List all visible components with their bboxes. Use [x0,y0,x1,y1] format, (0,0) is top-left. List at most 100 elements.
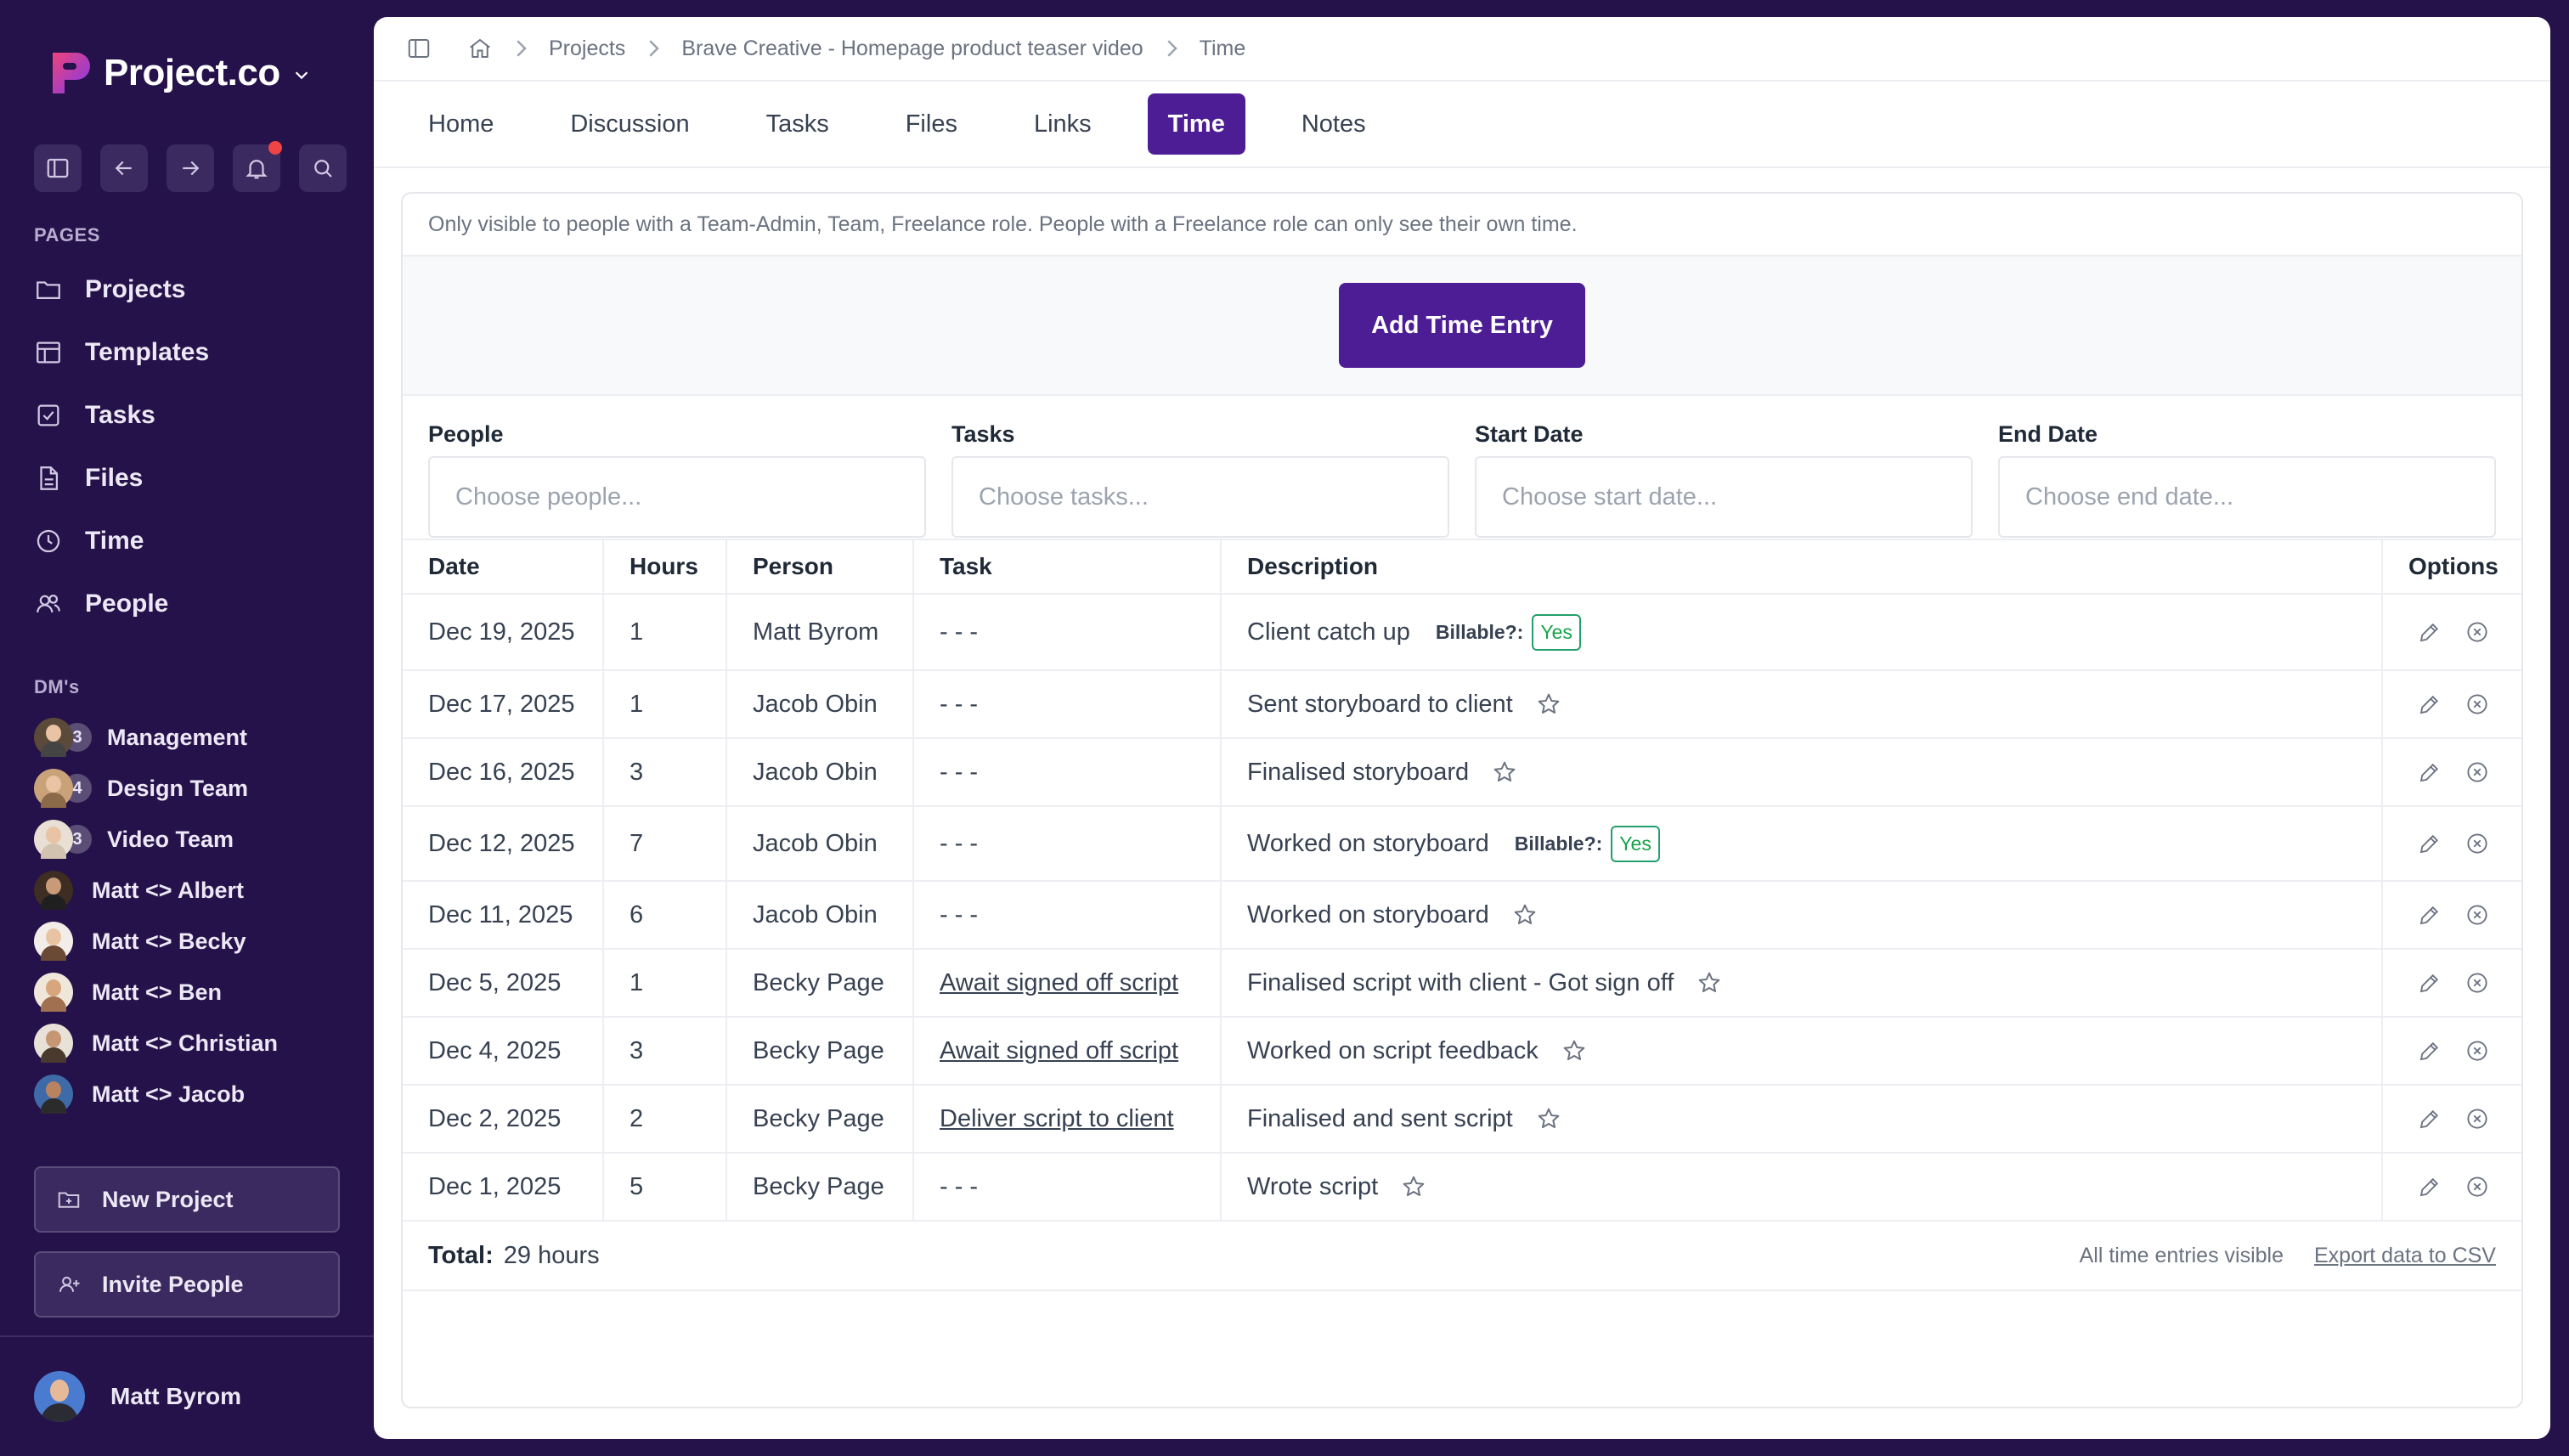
delete-icon[interactable] [2465,902,2490,928]
dm-item-design-team[interactable]: 4 Design Team [34,763,357,814]
template-icon [37,341,60,364]
task-link[interactable]: Deliver script to client [913,1085,1222,1154]
cell-description: Finalised storyboard [1221,738,2383,807]
star-icon[interactable] [1535,1105,1562,1132]
folder-plus-icon [58,1192,80,1208]
cell-description: Sent storyboard to client [1221,670,2383,739]
star-icon[interactable] [1491,759,1518,786]
star-icon[interactable] [1696,969,1723,996]
edit-icon[interactable] [2417,619,2442,645]
cell-description: Client catch up Billable?: Yes [1221,594,2383,671]
filter-end-date: End Date Choose end date... [1998,421,2496,539]
new-project-button[interactable]: New Project [34,1166,340,1233]
dm-item-ben[interactable]: Matt <> Ben [34,967,357,1018]
export-csv-link[interactable]: Export data to CSV [2314,1244,2496,1268]
dm-item-management[interactable]: 3 Management [34,712,357,763]
delete-icon[interactable] [2465,970,2490,996]
search-button[interactable] [299,144,347,192]
workspace-switcher[interactable]: Project.co [49,49,311,97]
tab-notes[interactable]: Notes [1281,93,1386,155]
star-icon[interactable] [1400,1173,1427,1200]
star-icon[interactable] [1561,1037,1588,1064]
cell-person: Jacob Obin [726,738,914,807]
home-icon[interactable] [467,36,493,61]
dm-item-albert[interactable]: Matt <> Albert [34,865,357,916]
tab-time[interactable]: Time [1147,93,1245,155]
forward-button[interactable] [167,144,214,192]
cell-date: Dec 2, 2025 [403,1085,604,1154]
user-menu[interactable]: Matt Byrom [34,1371,241,1422]
sidebar-item-files[interactable]: Files [34,447,357,510]
cell-hours: 5 [603,1153,727,1222]
sidebar-icon[interactable] [406,36,432,61]
invite-people-button[interactable]: Invite People [34,1251,340,1318]
delete-icon[interactable] [2465,759,2490,785]
edit-icon[interactable] [2417,831,2442,856]
delete-icon[interactable] [2465,691,2490,717]
cell-date: Dec 17, 2025 [403,670,604,739]
cell-date: Dec 12, 2025 [403,806,604,882]
tab-discussion[interactable]: Discussion [550,93,709,155]
description-text: Worked on storyboard [1247,829,1489,857]
arrow-left-icon [115,161,132,176]
task-link[interactable]: Await signed off script [913,1017,1222,1086]
sidebar-item-label: People [85,590,169,618]
notification-dot [268,141,282,155]
delete-icon[interactable] [2465,1106,2490,1132]
edit-icon[interactable] [2417,1106,2442,1132]
cell-description: Finalised and sent script [1221,1085,2383,1154]
delete-icon[interactable] [2465,1038,2490,1064]
avatar [34,718,73,757]
edit-icon[interactable] [2417,691,2442,717]
sidebar-item-label: Tasks [85,401,155,429]
description-text: Finalised and sent script [1247,1104,1513,1132]
people-select[interactable]: Choose people... [428,456,926,538]
tab-home[interactable]: Home [408,93,514,155]
start-date-input[interactable]: Choose start date... [1475,456,1973,538]
avatar [34,871,73,910]
toggle-sidebar-button[interactable] [34,144,82,192]
edit-icon[interactable] [2417,902,2442,928]
tab-tasks[interactable]: Tasks [746,93,850,155]
dm-item-christian[interactable]: Matt <> Christian [34,1018,357,1069]
breadcrumb-current: Time [1199,36,1246,60]
add-time-entry-button[interactable]: Add Time Entry [1339,283,1585,368]
column-header-task: Task [913,540,1222,595]
chevron-right-icon [517,40,527,57]
total-row: Total: 29 hours All time entries visible… [403,1222,2521,1291]
back-button[interactable] [100,144,148,192]
dm-label: Video Team [107,826,234,852]
cell-hours: 3 [603,1017,727,1086]
end-date-input[interactable]: Choose end date... [1998,456,2496,538]
edit-icon[interactable] [2417,1174,2442,1199]
delete-icon[interactable] [2465,831,2490,856]
sidebar-item-templates[interactable]: Templates [34,321,357,384]
edit-icon[interactable] [2417,759,2442,785]
avatar [34,769,73,808]
dm-item-video-team[interactable]: 3 Video Team [34,814,357,865]
tab-files[interactable]: Files [885,93,978,155]
cell-date: Dec 1, 2025 [403,1153,604,1222]
sidebar-item-projects[interactable]: Projects [34,258,357,321]
star-icon[interactable] [1511,901,1539,928]
dm-item-becky[interactable]: Matt <> Becky [34,916,357,967]
sidebar-item-time[interactable]: Time [34,510,357,573]
sidebar-item-tasks[interactable]: Tasks [34,384,357,447]
table-row: Dec 5, 2025 1 Becky Page Await signed off s… [403,949,2521,1018]
filter-people: People Choose people... [428,421,926,539]
edit-icon[interactable] [2417,970,2442,996]
notifications-button[interactable] [233,141,282,192]
sidebar-item-people[interactable]: People [34,573,357,635]
cell-person: Jacob Obin [726,881,914,950]
task-link[interactable]: Await signed off script [913,949,1222,1018]
edit-icon[interactable] [2417,1038,2442,1064]
dm-item-jacob[interactable]: Matt <> Jacob [34,1069,357,1120]
delete-icon[interactable] [2465,619,2490,645]
star-icon[interactable] [1535,691,1562,718]
breadcrumb-projects[interactable]: Projects [549,37,625,61]
delete-icon[interactable] [2465,1174,2490,1199]
tab-links[interactable]: Links [1013,93,1112,155]
tasks-select[interactable]: Choose tasks... [951,456,1449,538]
breadcrumb-project[interactable]: Brave Creative - Homepage product teaser… [681,37,1143,61]
dms-label: DM's [34,676,80,697]
